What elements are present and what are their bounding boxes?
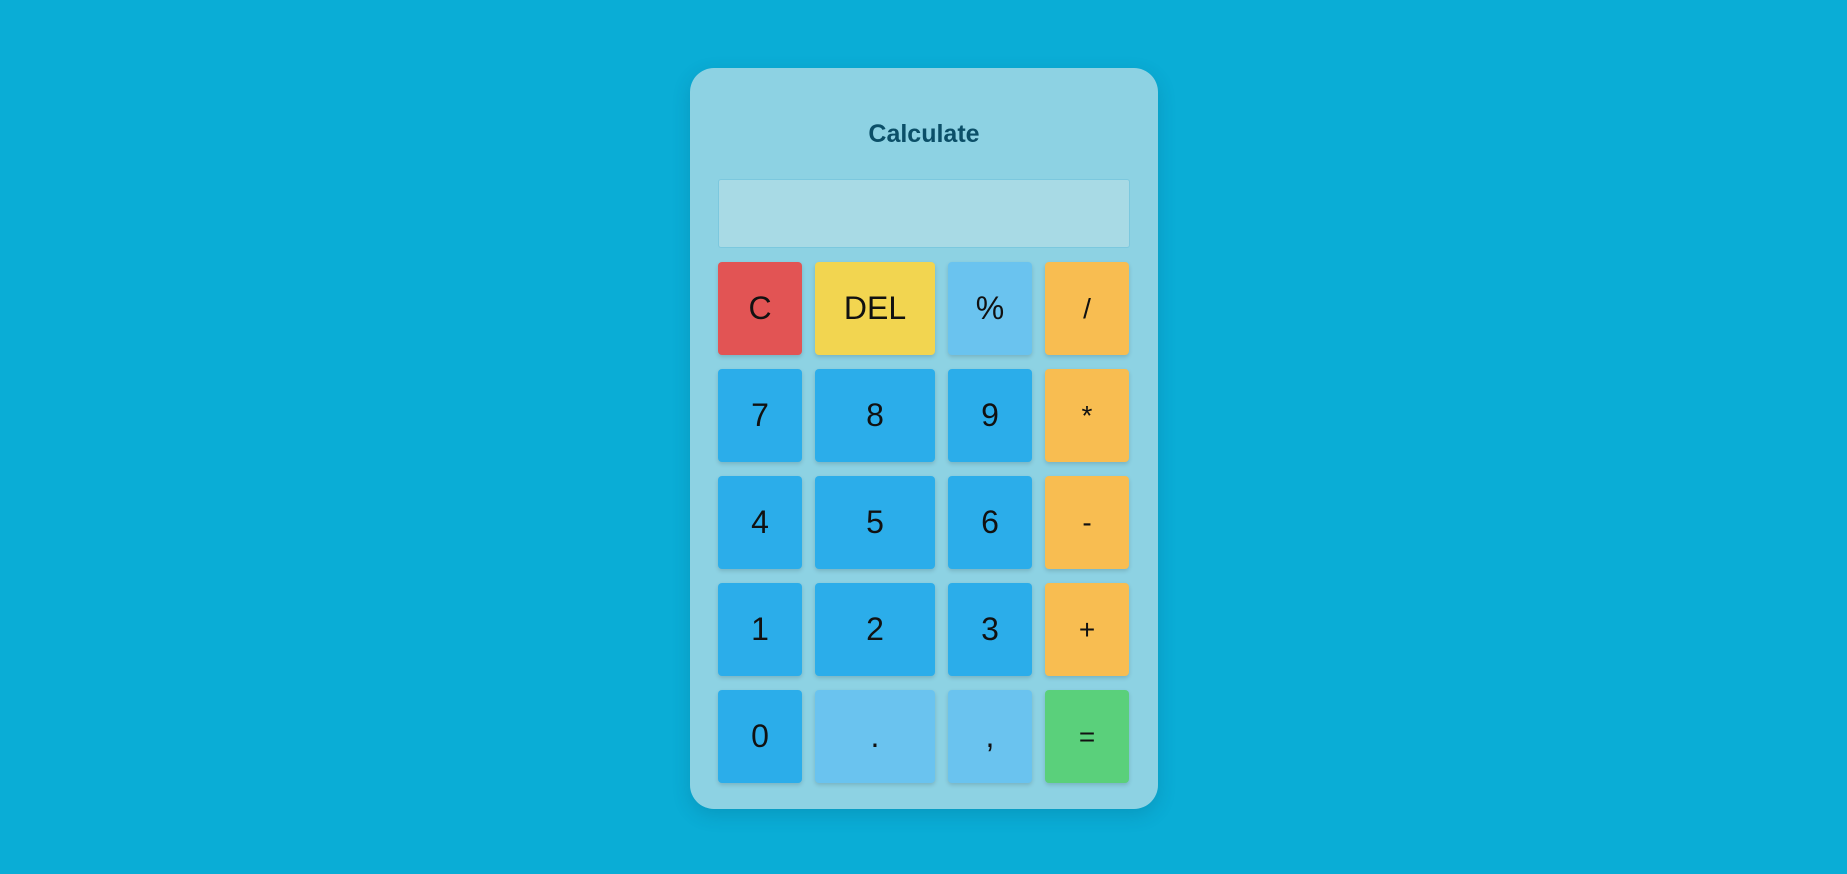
digit-9-button[interactable]: 9 [948, 369, 1032, 462]
calculator-panel: Calculate C DEL % / 7 8 9 * 4 5 6 - 1 2 … [690, 68, 1158, 809]
percent-button[interactable]: % [948, 262, 1032, 355]
digit-2-button[interactable]: 2 [815, 583, 935, 676]
decimal-point-button[interactable]: . [815, 690, 935, 783]
equals-button[interactable]: = [1045, 690, 1129, 783]
minus-button[interactable]: - [1045, 476, 1129, 569]
multiply-button[interactable]: * [1045, 369, 1129, 462]
digit-6-button[interactable]: 6 [948, 476, 1032, 569]
digit-4-button[interactable]: 4 [718, 476, 802, 569]
digit-1-button[interactable]: 1 [718, 583, 802, 676]
display-input[interactable] [718, 179, 1130, 248]
digit-5-button[interactable]: 5 [815, 476, 935, 569]
calculator-title: Calculate [868, 120, 980, 148]
delete-button[interactable]: DEL [815, 262, 935, 355]
keypad: C DEL % / 7 8 9 * 4 5 6 - 1 2 3 + 0 . , … [718, 262, 1130, 783]
digit-3-button[interactable]: 3 [948, 583, 1032, 676]
divide-button[interactable]: / [1045, 262, 1129, 355]
digit-7-button[interactable]: 7 [718, 369, 802, 462]
comma-button[interactable]: , [948, 690, 1032, 783]
clear-button[interactable]: C [718, 262, 802, 355]
digit-0-button[interactable]: 0 [718, 690, 802, 783]
digit-8-button[interactable]: 8 [815, 369, 935, 462]
plus-button[interactable]: + [1045, 583, 1129, 676]
